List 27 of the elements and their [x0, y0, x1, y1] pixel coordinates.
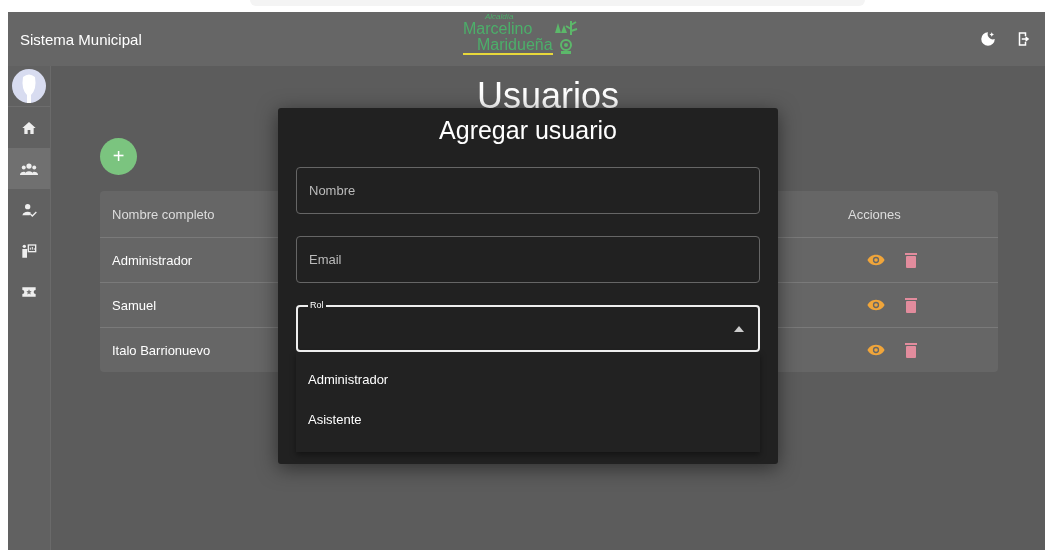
logo-text: Marcelino: [463, 21, 533, 37]
text-field[interactable]: Email: [296, 236, 760, 283]
text-field[interactable]: Nombre: [296, 167, 760, 214]
user-check-icon: [21, 201, 37, 218]
dialog-title: Agregar usuario: [439, 116, 617, 145]
table-cell: Administrador: [112, 252, 193, 268]
logo-emblem-icon: [552, 19, 579, 55]
view-icon[interactable]: [867, 299, 885, 311]
menu-item[interactable]: Asistente: [296, 399, 760, 439]
home-icon: [21, 119, 37, 136]
users-icon: [20, 160, 38, 177]
view-icon[interactable]: [867, 254, 885, 266]
logo-caption: Alcaldía: [485, 13, 514, 21]
page-title: Usuarios: [476, 78, 620, 114]
column-header: Nombre completo: [112, 206, 215, 222]
view-icon[interactable]: [867, 344, 885, 356]
table-cell: Italo Barrionuevo: [112, 342, 211, 358]
menu-item[interactable]: Administrador: [296, 359, 760, 399]
table-cell: Samuel: [112, 297, 157, 313]
dark-mode-icon[interactable]: [979, 30, 997, 48]
logo-text: Maridueña: [463, 37, 553, 55]
avatar-icon[interactable]: [12, 69, 46, 103]
caret-icon: [734, 325, 744, 332]
column-header: Acciones: [848, 206, 901, 222]
sidebar-item[interactable]: [8, 148, 50, 189]
app-title: Sistema Municipal: [20, 30, 142, 48]
presenter-icon: [21, 242, 37, 259]
